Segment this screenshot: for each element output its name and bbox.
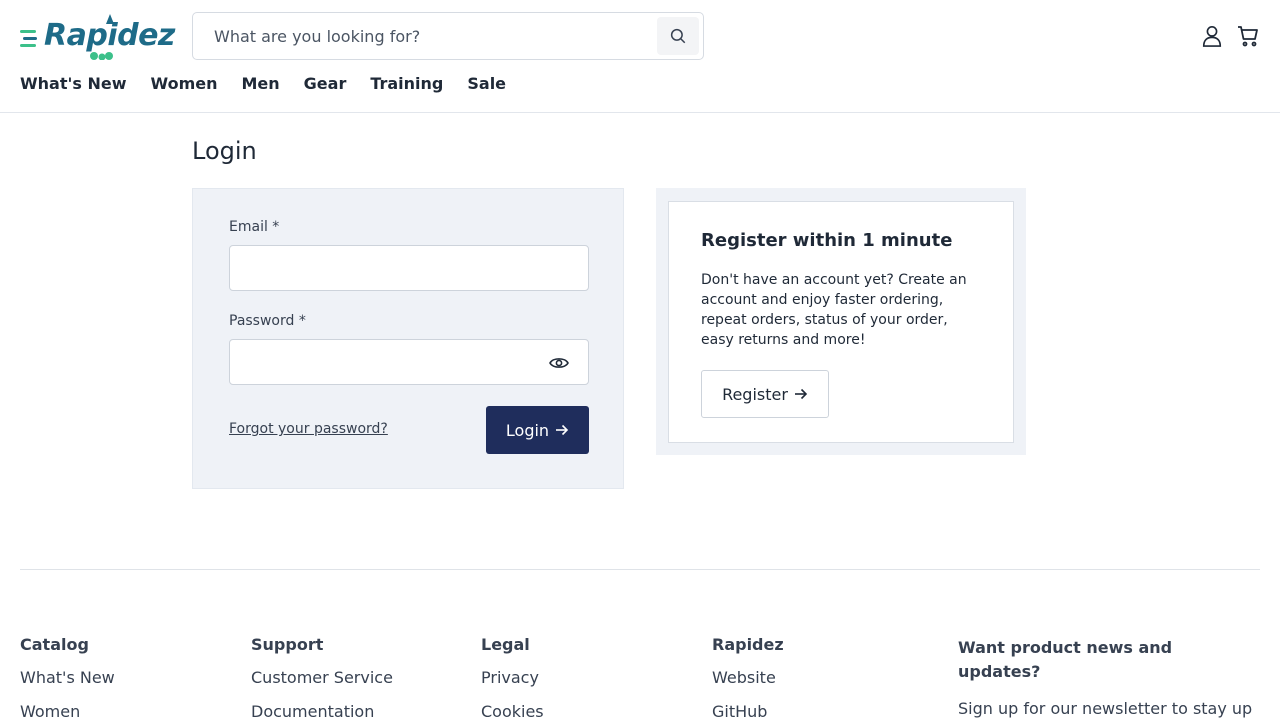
register-panel: Register within 1 minute Don't have an a… — [656, 188, 1026, 455]
search-icon — [670, 28, 686, 44]
password-label: Password * — [229, 313, 306, 329]
main-nav: What's New Women Men Gear Training Sale — [20, 74, 506, 93]
nav-item-whats-new[interactable]: What's New — [20, 74, 127, 93]
footer-link[interactable]: Cookies — [481, 702, 544, 720]
search-input[interactable] — [194, 14, 654, 58]
toggle-password-button[interactable] — [548, 353, 570, 373]
newsletter-text: Sign up for our newsletter to stay up — [958, 699, 1253, 718]
footer-column-title: Support — [251, 635, 324, 654]
cart-icon — [1238, 26, 1258, 47]
register-card: Register within 1 minute Don't have an a… — [668, 201, 1014, 443]
search-bar — [192, 12, 704, 60]
footer-link[interactable]: Documentation — [251, 702, 393, 720]
email-field[interactable] — [230, 246, 588, 290]
register-title: Register within 1 minute — [701, 230, 953, 251]
footer-column-rapidez: Rapidez Website GitHub — [712, 636, 784, 720]
footer-link[interactable]: Privacy — [481, 668, 544, 688]
login-button[interactable]: Login — [486, 406, 589, 454]
footer-column-title: Catalog — [20, 635, 89, 654]
nav-item-men[interactable]: Men — [241, 74, 279, 93]
nav-item-sale[interactable]: Sale — [467, 74, 506, 93]
register-button[interactable]: Register — [701, 370, 829, 418]
cart-button[interactable] — [1235, 22, 1261, 50]
register-button-label: Register — [722, 384, 788, 404]
footer-divider — [20, 569, 1260, 570]
arrow-right-icon — [556, 424, 569, 436]
arrow-right-icon — [794, 388, 808, 400]
footer-link[interactable]: Customer Service — [251, 668, 393, 688]
newsletter-title: Want product news and updates? — [958, 638, 1173, 681]
page-title: Login — [192, 137, 257, 165]
email-label: Email * — [229, 219, 280, 235]
footer-link[interactable]: Women — [20, 702, 115, 720]
site-header: Rapidez What's New Women Men Gear Traini… — [0, 0, 1280, 113]
password-field[interactable] — [230, 340, 588, 384]
footer-column-legal: Legal Privacy Cookies — [481, 636, 544, 720]
login-form: Email * Password * Forgot your password?… — [192, 188, 624, 489]
register-description: Don't have an account yet? Create an acc… — [701, 272, 967, 348]
nav-item-training[interactable]: Training — [370, 74, 443, 93]
password-field-wrapper — [229, 339, 589, 385]
footer-newsletter: Want product news and updates? Sign up f… — [958, 636, 1268, 720]
footer-link[interactable]: GitHub — [712, 702, 784, 720]
footer-column-catalog: Catalog What's New Women — [20, 636, 115, 720]
footer-link[interactable]: Website — [712, 668, 784, 688]
email-field-wrapper — [229, 245, 589, 291]
login-button-label: Login — [505, 420, 550, 440]
logo-text: Rapidez — [44, 18, 175, 53]
footer-column-support: Support Customer Service Documentation — [251, 636, 393, 720]
footer-column-title: Legal — [481, 635, 530, 654]
search-button[interactable] — [657, 17, 699, 55]
forgot-password-link[interactable]: Forgot your password? — [229, 421, 388, 437]
logo-link[interactable]: Rapidez — [20, 12, 175, 60]
user-icon — [1202, 26, 1222, 47]
eye-icon — [549, 358, 569, 368]
footer-link[interactable]: What's New — [20, 668, 115, 688]
footer-column-title: Rapidez — [712, 635, 784, 654]
nav-item-gear[interactable]: Gear — [304, 74, 347, 93]
nav-item-women[interactable]: Women — [151, 74, 218, 93]
account-button[interactable] — [1199, 22, 1225, 50]
